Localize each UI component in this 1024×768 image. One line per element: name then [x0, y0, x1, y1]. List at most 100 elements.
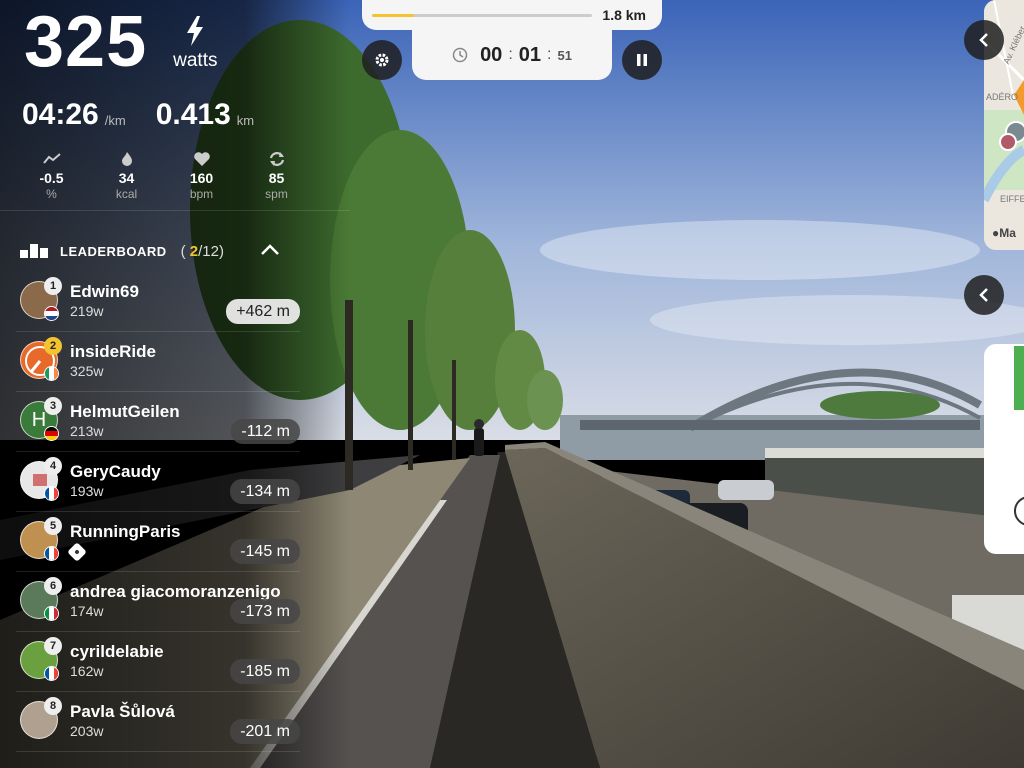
- athlete-name: Pavla Šůlová: [70, 702, 175, 721]
- timer-separator: :: [547, 46, 552, 63]
- pace-unit: /km: [104, 113, 126, 128]
- distance-gap: -134 m: [230, 479, 300, 504]
- athlete-watts: 213w: [70, 423, 104, 439]
- flag-fr-icon: [44, 546, 59, 561]
- collapse-map-button[interactable]: [964, 20, 1004, 60]
- chevron-left-icon: [979, 288, 988, 302]
- rank-badge: 6: [44, 577, 62, 595]
- cadence-icon: [269, 152, 284, 166]
- athlete-name: cyrildelabie: [70, 642, 164, 661]
- stat-unit: spm: [265, 187, 288, 201]
- pace-distance-row: 04:26 /km 0.413 km: [22, 98, 284, 132]
- stat-heart-rate: 160 bpm: [164, 150, 239, 201]
- collapse-panel-button[interactable]: [964, 275, 1004, 315]
- distance-unit: km: [236, 113, 255, 128]
- timer-seconds: 51: [557, 47, 572, 63]
- heart-icon: [193, 152, 210, 166]
- settings-button[interactable]: [362, 40, 402, 80]
- leaderboard-position: 2: [189, 242, 199, 260]
- leaderboard-header[interactable]: LEADERBOARD ( 2/12): [20, 240, 285, 262]
- rank-badge: 2: [44, 337, 62, 355]
- progress-fill: [372, 14, 414, 17]
- map-attribution: ●Ma: [992, 226, 1016, 240]
- stat-unit: bpm: [189, 187, 214, 201]
- athlete-watts: 219w: [70, 303, 104, 319]
- rank-badge: 4: [44, 457, 62, 475]
- route-total-distance: 1.8 km: [602, 7, 646, 23]
- distance-value: 0.413: [155, 98, 231, 131]
- pause-icon: [637, 54, 647, 66]
- clock-icon: [452, 47, 468, 63]
- chevron-up-icon[interactable]: [259, 242, 281, 258]
- leaderboard-row[interactable]: 8 Pavla Šůlová 203w -201 m: [16, 692, 300, 752]
- leaderboard-total: /12: [198, 242, 219, 260]
- rank-badge: 5: [44, 517, 62, 535]
- power-value: 325: [24, 2, 148, 82]
- timer-separator: :: [508, 46, 513, 63]
- athlete-watts: 325w: [70, 363, 104, 379]
- side-panel-control[interactable]: [1014, 496, 1024, 526]
- map-attribution-text: Ma: [999, 226, 1016, 240]
- stats-row: -0.5 % 34 kcal 160 bpm 85 spm: [14, 150, 314, 201]
- distance-gap: -145 m: [230, 539, 300, 564]
- leaderboard-row-self[interactable]: 2 insideRide 325w: [16, 332, 300, 392]
- flag-fr-icon: [44, 666, 59, 681]
- athlete-name: HelmutGeilen: [70, 402, 180, 421]
- athlete-watts: 174w: [70, 603, 104, 619]
- metrics-panel: 325 watts 04:26 /km 0.413 km -0.5 % 34 k…: [0, 0, 350, 768]
- flag-it-icon: [44, 606, 59, 621]
- map-area-label: ADÉRO: [986, 92, 1019, 102]
- progress-track: [372, 14, 592, 17]
- stat-value: 34: [118, 170, 135, 186]
- stat-value: -0.5: [39, 170, 64, 186]
- flag-fr-icon: [44, 486, 59, 501]
- athlete-name: Edwin69: [70, 282, 139, 301]
- distance-gap: +462 m: [226, 299, 300, 324]
- leaderboard-row[interactable]: H 3 HelmutGeilen 213w -112 m: [16, 392, 300, 452]
- leaderboard-title: LEADERBOARD: [60, 243, 167, 259]
- distance-gap: -173 m: [230, 599, 300, 624]
- leaderboard-row[interactable]: 4 GeryCaudy 193w -134 m: [16, 452, 300, 512]
- rank-badge: 7: [44, 637, 62, 655]
- athlete-watts: 162w: [70, 663, 104, 679]
- stat-value: 160: [189, 170, 214, 186]
- distance-gap: -201 m: [230, 719, 300, 744]
- distance-gap: -112 m: [231, 419, 300, 444]
- route-progress: 1.8 km: [362, 0, 662, 30]
- pace-value: 04:26: [22, 98, 99, 131]
- side-panel: [984, 344, 1024, 554]
- status-bar: [1014, 346, 1024, 410]
- leaderboard-count: ( 2/12): [180, 242, 224, 260]
- elapsed-timer: 00 : 01 : 51: [412, 30, 612, 80]
- gear-icon: [375, 53, 389, 67]
- flag-ie-icon: [44, 366, 59, 381]
- distance-gap: -185 m: [230, 659, 300, 684]
- stat-unit: kcal: [115, 187, 138, 201]
- pause-button[interactable]: [622, 40, 662, 80]
- power-unit: watts: [173, 50, 218, 71]
- leaderboard-row[interactable]: 1 Edwin69 219w +462 m: [16, 272, 300, 332]
- athlete-watts: 193w: [70, 483, 104, 499]
- rank-badge: 1: [44, 277, 62, 295]
- rank-badge: 8: [44, 697, 62, 715]
- tag-icon: [67, 542, 87, 562]
- stat-calories: 34 kcal: [89, 150, 164, 201]
- map-landmark-label: EIFFE: [1000, 194, 1024, 204]
- rank-badge: 3: [44, 397, 62, 415]
- athlete-name: RunningParis: [70, 522, 181, 541]
- timer-hours: 00: [480, 43, 503, 66]
- flag-de-icon: [44, 426, 59, 441]
- leaderboard-row[interactable]: 5 RunningParis -145 m: [16, 512, 300, 572]
- stat-value: 85: [268, 170, 285, 186]
- athlete-name: GeryCaudy: [70, 462, 161, 481]
- athlete-name: insideRide: [70, 342, 156, 361]
- bolt-icon: [187, 16, 204, 46]
- leaderboard-row[interactable]: 7 cyrildelabie 162w -185 m: [16, 632, 300, 692]
- slope-icon: [42, 153, 61, 164]
- leaderboard-row[interactable]: 6 andrea giacomoranzenigo 174w -173 m: [16, 572, 300, 632]
- flame-icon: [121, 152, 132, 166]
- chevron-left-icon: [979, 33, 988, 47]
- stat-cadence: 85 spm: [239, 150, 314, 201]
- leaderboard-icon: [20, 244, 48, 258]
- divider: [0, 210, 350, 211]
